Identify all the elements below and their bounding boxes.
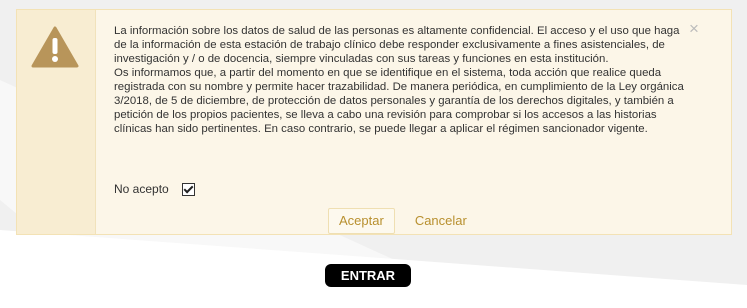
consent-label: No acepto — [114, 182, 169, 196]
icon-column — [17, 10, 96, 234]
consent-row: No acepto — [114, 182, 195, 196]
dialog-actions: Aceptar Cancelar — [328, 208, 478, 234]
confidentiality-dialog: La información sobre los datos de salud … — [16, 9, 732, 235]
consent-checkbox[interactable] — [181, 182, 195, 196]
close-icon[interactable]: × — [687, 20, 701, 37]
message-paragraph-2: Os informamos que, a partir del momento … — [114, 67, 684, 135]
enter-button[interactable]: ENTRAR — [325, 264, 411, 287]
cancel-button[interactable]: Cancelar — [404, 208, 478, 234]
dialog-message: La información sobre los datos de salud … — [114, 24, 684, 136]
message-paragraph-1: La información sobre los datos de salud … — [114, 25, 680, 65]
accept-button[interactable]: Aceptar — [328, 208, 395, 234]
warning-icon — [31, 26, 79, 68]
